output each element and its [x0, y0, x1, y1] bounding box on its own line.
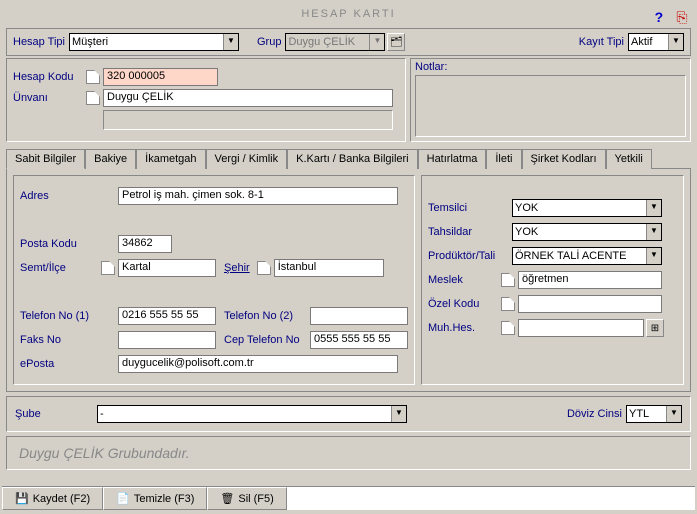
semt-ilce-input[interactable]: Kartal: [118, 259, 216, 277]
muh-hes-input[interactable]: [518, 319, 644, 337]
document-icon[interactable]: [501, 297, 515, 311]
chevron-down-icon[interactable]: ▼: [668, 34, 683, 50]
muh-hes-label: Muh.Hes.: [428, 322, 498, 334]
tab-ileti[interactable]: İleti: [486, 149, 521, 169]
cep-input[interactable]: 0555 555 55 55: [310, 331, 408, 349]
notlar-label: Notlar:: [411, 59, 690, 75]
grup-lookup-button[interactable]: 🗂: [387, 33, 405, 51]
temsilci-combo[interactable]: YOK▼: [512, 199, 662, 217]
temizle-button[interactable]: 📄Temizle (F3): [103, 487, 207, 510]
tab-vergi-kimlik[interactable]: Vergi / Kimlik: [206, 149, 288, 169]
notlar-textarea[interactable]: [415, 75, 686, 137]
clear-icon: 📄: [116, 492, 130, 505]
temsilci-label: Temsilci: [428, 202, 512, 214]
kayit-tipi-combo[interactable]: Aktif▼: [628, 33, 684, 51]
kayit-tipi-label: Kayıt Tipi: [579, 36, 624, 48]
produktor-combo[interactable]: ÖRNEK TALİ ACENTE▼: [512, 247, 662, 265]
footer-bar: Şube -▼ Döviz Cinsi YTL▼: [6, 396, 691, 432]
tab-bakiye[interactable]: Bakiye: [85, 149, 136, 169]
hesap-tipi-combo[interactable]: Müşteri▼: [69, 33, 239, 51]
sabit-bilgiler-right-panel: Temsilci YOK▼ Tahsildar YOK▼ Prodüktör/T…: [421, 175, 684, 385]
grup-combo: Duygu ÇELİK▼: [285, 33, 385, 51]
chevron-down-icon[interactable]: ▼: [223, 34, 238, 50]
status-text: Duygu ÇELİK Grubundadır.: [6, 436, 691, 470]
ozel-kodu-input[interactable]: [518, 295, 662, 313]
posta-kodu-label: Posta Kodu: [20, 238, 98, 250]
document-icon[interactable]: [501, 273, 515, 287]
document-icon[interactable]: [257, 261, 271, 275]
chevron-down-icon[interactable]: ▼: [646, 224, 661, 240]
tab-kkarti-banka[interactable]: K.Kartı / Banka Bilgileri: [287, 149, 418, 169]
chevron-down-icon[interactable]: ▼: [646, 200, 661, 216]
kaydet-button[interactable]: 💾Kaydet (F2): [2, 487, 103, 510]
sube-combo[interactable]: -▼: [97, 405, 407, 423]
chevron-down-icon[interactable]: ▼: [646, 248, 661, 264]
tab-bar: Sabit Bilgiler Bakiye İkametgah Vergi / …: [6, 148, 691, 169]
faks-label: Faks No: [20, 334, 98, 346]
tahsildar-label: Tahsildar: [428, 226, 512, 238]
adres-input[interactable]: Petrol iş mah. çimen sok. 8-1: [118, 187, 398, 205]
document-icon[interactable]: [86, 70, 100, 84]
eposta-input[interactable]: duygucelik@polisoft.com.tr: [118, 355, 398, 373]
unvani-extra-input[interactable]: [103, 110, 393, 130]
grup-label: Grup: [257, 36, 281, 48]
semt-ilce-label: Semt/İlçe: [20, 262, 98, 274]
produktor-label: Prodüktör/Tali: [428, 250, 512, 262]
ozel-kodu-label: Özel Kodu: [428, 298, 498, 310]
unvani-label: Ünvanı: [13, 92, 83, 104]
document-icon[interactable]: [86, 91, 100, 105]
sil-button[interactable]: 🗑Sil (F5): [207, 487, 286, 510]
cep-label: Cep Telefon No: [224, 334, 306, 346]
tab-yetkili[interactable]: Yetkili: [606, 149, 652, 169]
sube-label: Şube: [15, 408, 93, 420]
sehir-label: Şehir: [224, 262, 250, 274]
tab-hatirlatma[interactable]: Hatırlatma: [418, 149, 487, 169]
top-filter-bar: Hesap Tipi Müşteri▼ Grup Duygu ÇELİK▼ 🗂 …: [6, 28, 691, 56]
tel1-input[interactable]: 0216 555 55 55: [118, 307, 216, 325]
chevron-down-icon[interactable]: ▼: [666, 406, 681, 422]
save-icon: 💾: [15, 492, 29, 505]
meslek-label: Meslek: [428, 274, 498, 286]
muh-hes-tree-button[interactable]: ⊞: [646, 319, 664, 337]
hesap-kodu-label: Hesap Kodu: [13, 71, 83, 83]
chevron-down-icon[interactable]: ▼: [391, 406, 406, 422]
document-icon[interactable]: [101, 261, 115, 275]
faks-input[interactable]: [118, 331, 216, 349]
tab-ikametgah[interactable]: İkametgah: [136, 149, 205, 169]
eposta-label: ePosta: [20, 358, 98, 370]
hesap-tipi-label: Hesap Tipi: [13, 36, 65, 48]
tab-sirket-kodlari[interactable]: Şirket Kodları: [522, 149, 606, 169]
chevron-down-icon: ▼: [369, 34, 384, 50]
doviz-cinsi-combo[interactable]: YTL▼: [626, 405, 682, 423]
sabit-bilgiler-left-panel: Adres Petrol iş mah. çimen sok. 8-1 Post…: [13, 175, 415, 385]
delete-icon: 🗑: [220, 492, 234, 505]
hesap-kodu-input[interactable]: 320 000005: [103, 68, 218, 86]
sehir-input[interactable]: İstanbul: [274, 259, 384, 277]
tab-sabit-bilgiler[interactable]: Sabit Bilgiler: [6, 149, 85, 169]
exit-icon[interactable]: ⎘: [675, 4, 691, 20]
tel1-label: Telefon No (1): [20, 310, 98, 322]
window-title: HESAP KARTI ? ⎘: [0, 0, 697, 26]
document-icon[interactable]: [501, 321, 515, 335]
help-icon[interactable]: ?: [652, 4, 668, 20]
tahsildar-combo[interactable]: YOK▼: [512, 223, 662, 241]
posta-kodu-input[interactable]: 34862: [118, 235, 172, 253]
meslek-input[interactable]: öğretmen: [518, 271, 662, 289]
action-button-bar: 💾Kaydet (F2) 📄Temizle (F3) 🗑Sil (F5): [2, 486, 695, 510]
doviz-cinsi-label: Döviz Cinsi: [567, 408, 622, 420]
unvani-input[interactable]: Duygu ÇELİK: [103, 89, 393, 107]
adres-label: Adres: [20, 190, 98, 202]
tel2-label: Telefon No (2): [224, 310, 306, 322]
tel2-input[interactable]: [310, 307, 408, 325]
